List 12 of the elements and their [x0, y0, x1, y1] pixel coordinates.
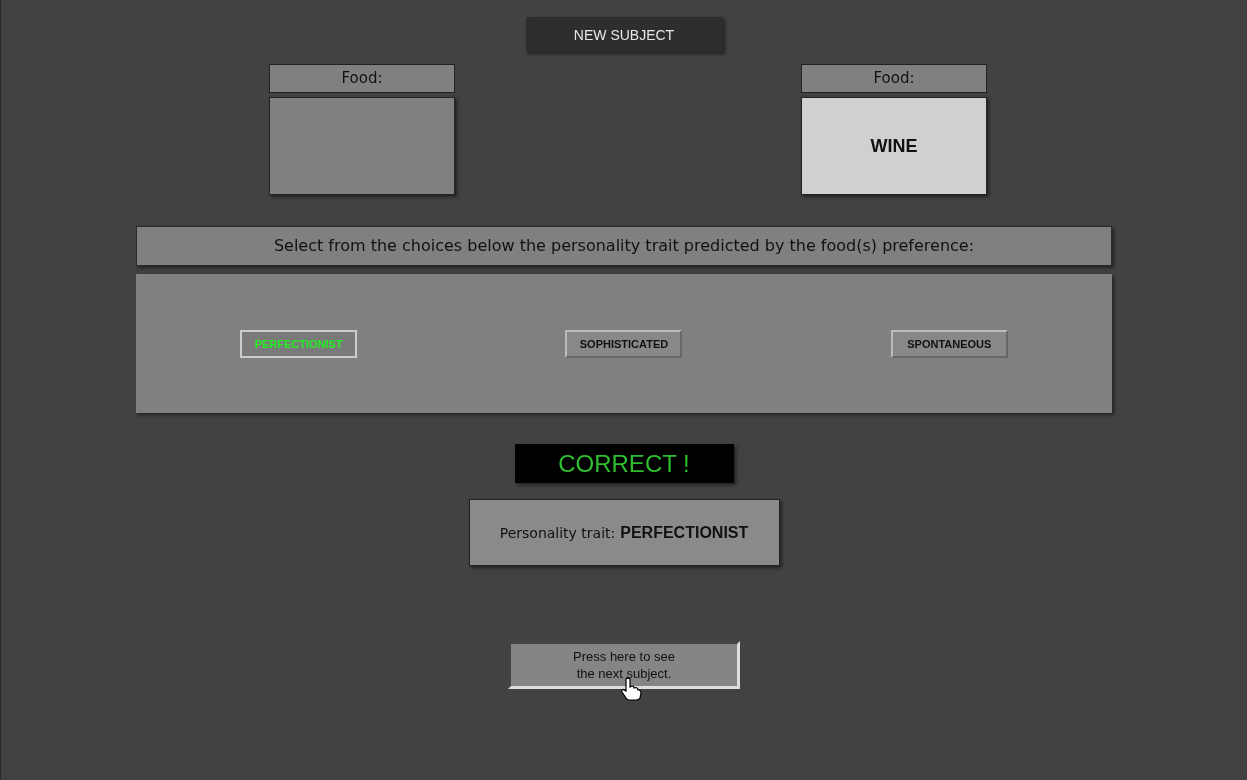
choice-button[interactable]: SOPHISTICATED [565, 329, 683, 358]
trait-label: Personality trait: [499, 524, 616, 541]
new-subject-button[interactable]: NEW SUBJECT [525, 17, 723, 52]
food-value: WINE [870, 135, 918, 157]
result-banner: CORRECT ! [514, 444, 734, 483]
choice-button[interactable]: PERFECTIONIST [240, 329, 358, 358]
next-subject-button[interactable]: Press here to see the next subject. [508, 641, 740, 689]
trait-value: PERFECTIONIST [620, 523, 749, 542]
food-label: Food: [269, 64, 455, 93]
choice-button[interactable]: SPONTANEOUS [890, 329, 1008, 358]
food-label: Food: [801, 64, 987, 93]
instruction-bar: Select from the choices below the personality trait predicted by the food(s) preference: [136, 226, 1112, 266]
